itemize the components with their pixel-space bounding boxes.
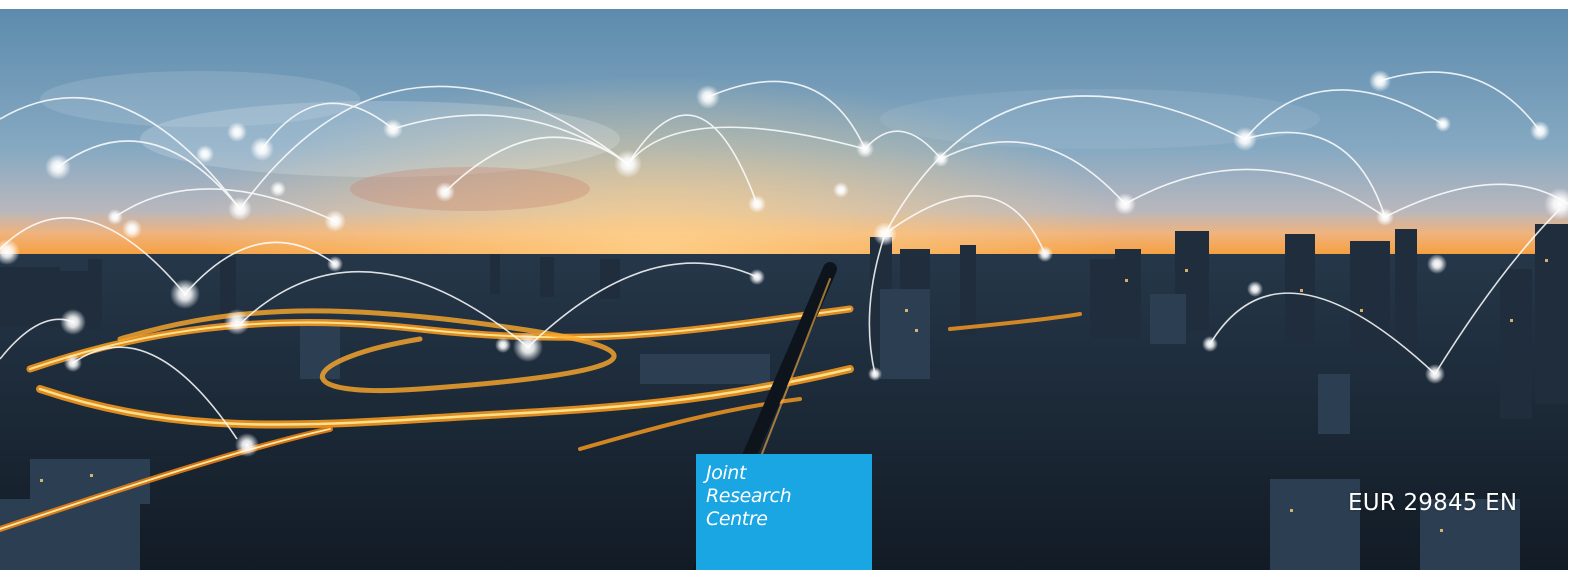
report-number: EUR 29845 EN xyxy=(1348,490,1518,516)
cover-frame: Joint Research Centre EUR 29845 EN xyxy=(0,9,1568,570)
jrc-logo-line: Research xyxy=(706,485,792,507)
jrc-logo: Joint Research Centre xyxy=(696,454,872,570)
jrc-logo-text: Joint Research Centre xyxy=(706,462,792,531)
jrc-logo-line: Joint xyxy=(706,462,746,484)
jrc-logo-line: Centre xyxy=(706,508,768,530)
